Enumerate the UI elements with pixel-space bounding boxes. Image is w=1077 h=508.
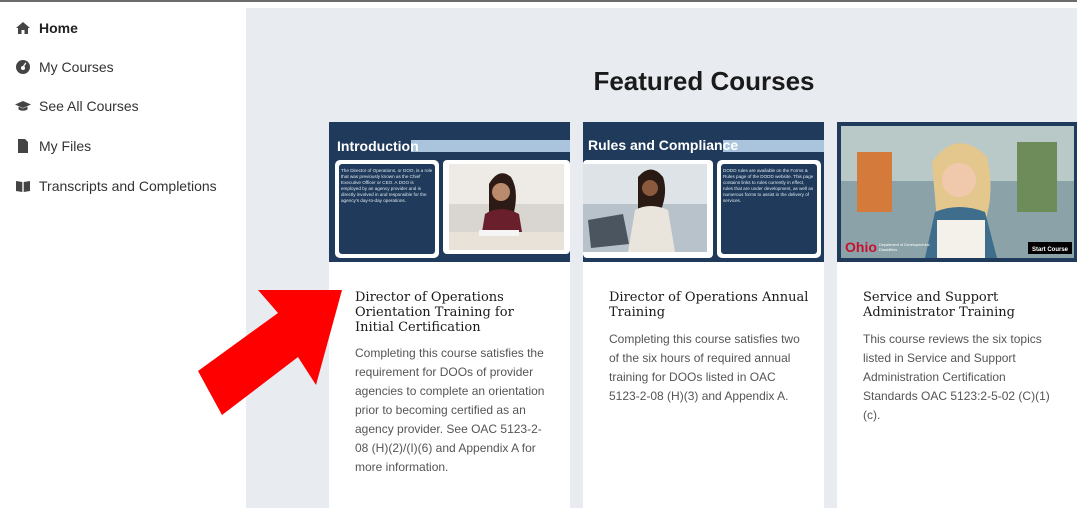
thumb-text: DODD rules are available on the Forms & …: [723, 168, 814, 203]
thumb-text: The Director of Operations, or DOO, is a…: [341, 168, 433, 203]
thumb-heading: Introduction: [337, 138, 419, 154]
sidebar-item-my-files[interactable]: My Files: [14, 135, 91, 157]
course-title[interactable]: Service and Support Administrator Traini…: [863, 290, 1063, 320]
course-card-doo-annual[interactable]: Rules and Compliance DODD rules are avai…: [583, 122, 824, 508]
course-description: Completing this course satisfies two of …: [609, 332, 800, 403]
start-course-button: Start Course: [1032, 247, 1069, 253]
sidebar-item-see-all-courses[interactable]: See All Courses: [14, 95, 139, 117]
sidebar-item-label: My Courses: [39, 59, 114, 75]
main-content: Featured Courses Introduction The Direct…: [246, 8, 1077, 508]
course-card-ssa-training[interactable]: Ohio Department of Developmental Disabil…: [837, 122, 1077, 508]
course-thumbnail: Introduction The Director of Operations,…: [329, 122, 570, 262]
course-thumbnail: Ohio Department of Developmental Disabil…: [837, 122, 1077, 262]
sidebar-item-label: My Files: [39, 138, 92, 154]
sidebar: Home My Courses See All Courses My Files…: [0, 8, 246, 508]
sidebar-item-home[interactable]: Home: [14, 17, 78, 39]
book-icon: [14, 177, 32, 195]
course-description: Completing this course satisfies the req…: [355, 346, 545, 474]
top-border: [0, 0, 1077, 8]
department-label: Department of Developmental Disabilities: [879, 243, 930, 252]
course-title[interactable]: Director of Operations Annual Training: [609, 290, 809, 320]
file-icon: [14, 137, 32, 155]
course-thumbnail: Rules and Compliance DODD rules are avai…: [583, 122, 824, 262]
sidebar-item-label: Home: [39, 20, 78, 36]
ohio-logo: Ohio: [845, 239, 877, 255]
page-title: Featured Courses: [593, 66, 815, 96]
course-title[interactable]: Director of Operations Orientation Train…: [355, 290, 555, 335]
graduation-cap-icon: [14, 97, 32, 115]
sidebar-item-my-courses[interactable]: My Courses: [14, 56, 114, 78]
thumb-heading: Rules and Compliance: [588, 137, 738, 153]
dashboard-icon: [14, 58, 32, 76]
sidebar-item-label: See All Courses: [39, 98, 139, 114]
course-description: This course reviews the six topics liste…: [863, 332, 1050, 422]
sidebar-item-label: Transcripts and Completions: [39, 178, 217, 194]
home-icon: [14, 19, 32, 37]
red-arrow-annotation: [198, 290, 342, 415]
sidebar-item-transcripts[interactable]: Transcripts and Completions: [14, 175, 217, 197]
